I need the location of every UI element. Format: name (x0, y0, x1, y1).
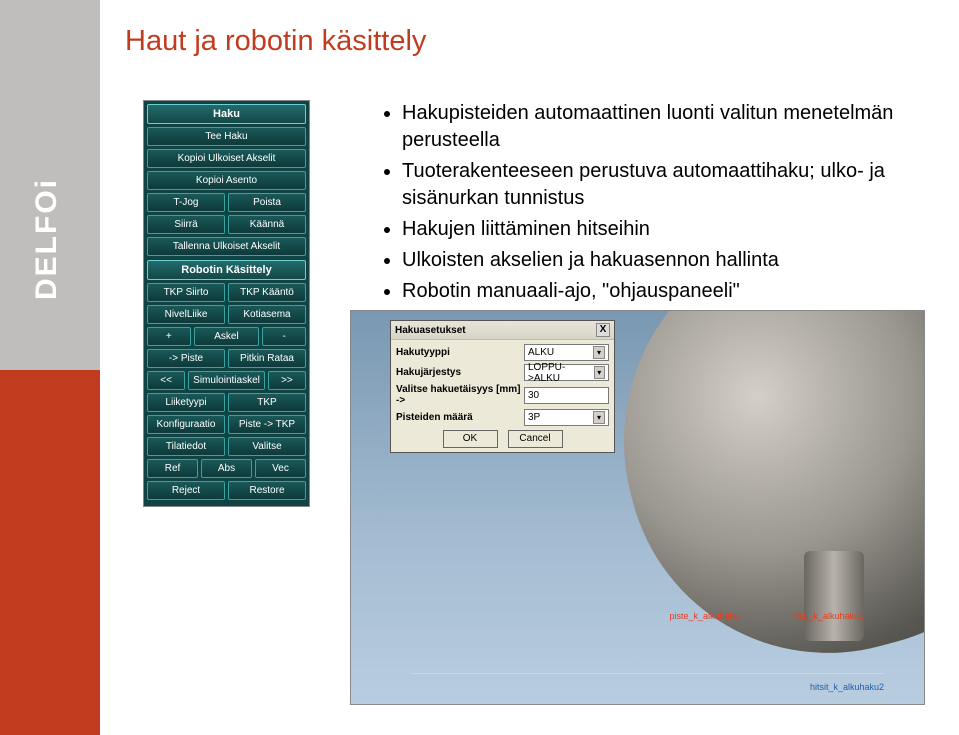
pitkin-rataa-button[interactable]: Pitkin Rataa (228, 349, 306, 368)
hakuasetukset-dialog: Hakuasetukset X Hakutyyppi ALKU ▾ Hakujä… (390, 320, 615, 453)
sim-point-label: hku_k_alkuhaku1 (794, 611, 864, 621)
pisteiden-maara-select[interactable]: 3P ▾ (524, 409, 609, 426)
pisteiden-maara-label: Pisteiden määrä (396, 412, 524, 423)
tallenna-ulkoiset-akselit-button[interactable]: Tallenna Ulkoiset Akselit (147, 237, 306, 256)
hakutyyppi-value: ALKU (528, 347, 554, 358)
hakuetaisyys-label: Valitse hakuetäisyys [mm] -> (396, 384, 524, 406)
hakujarjestys-value: LOPPU->ALKU (528, 362, 594, 384)
kaanna-button[interactable]: Käännä (228, 215, 306, 234)
hakuetaisyys-input[interactable]: 30 (524, 387, 609, 404)
minus-button[interactable]: - (262, 327, 306, 346)
bullet-item: Hakupisteiden automaattinen luonti valit… (402, 100, 900, 154)
bullet-list: Hakupisteiden automaattinen luonti valit… (380, 100, 900, 309)
ground-line (411, 673, 884, 674)
askel-button[interactable]: Askel (194, 327, 260, 346)
siirra-button[interactable]: Siirrä (147, 215, 225, 234)
brand-sidebar: DELFOi (0, 0, 100, 735)
chevron-down-icon[interactable]: ▾ (593, 346, 605, 359)
abs-button[interactable]: Abs (201, 459, 252, 478)
restore-button[interactable]: Restore (228, 481, 306, 500)
cancel-button[interactable]: Cancel (508, 430, 563, 448)
to-piste-button[interactable]: -> Piste (147, 349, 225, 368)
step-forward-button[interactable]: >> (268, 371, 306, 390)
tkp-siirto-button[interactable]: TKP Siirto (147, 283, 225, 302)
liiketyypi-button[interactable]: Liiketyypi (147, 393, 225, 412)
tkp-kaanto-button[interactable]: TKP Kääntö (228, 283, 306, 302)
bullet-item: Ulkoisten akselien ja hakuasennon hallin… (402, 247, 900, 274)
tee-haku-button[interactable]: Tee Haku (147, 127, 306, 146)
haku-toolbox: Haku Tee Haku Kopioi Ulkoiset Akselit Ko… (143, 100, 310, 507)
brand-logo: DELFOi (30, 178, 64, 300)
dialog-title-bar: Hakuasetukset X (391, 321, 614, 340)
poista-button[interactable]: Poista (228, 193, 306, 212)
dialog-title: Hakuasetukset (395, 325, 466, 336)
robot-neck (804, 551, 864, 641)
vec-button[interactable]: Vec (255, 459, 306, 478)
hakutyyppi-select[interactable]: ALKU ▾ (524, 344, 609, 361)
haku-section-header: Haku (147, 104, 306, 124)
chevron-down-icon[interactable]: ▾ (594, 366, 605, 379)
ok-button[interactable]: OK (443, 430, 498, 448)
hakujarjestys-label: Hakujärjestys (396, 367, 524, 378)
ref-button[interactable]: Ref (147, 459, 198, 478)
sim-point-label: hitsit_k_alkuhaku2 (810, 682, 884, 692)
tkp-button[interactable]: TKP (228, 393, 306, 412)
bullet-item: Hakujen liittäminen hitseihin (402, 216, 900, 243)
t-jog-button[interactable]: T-Jog (147, 193, 225, 212)
step-back-button[interactable]: << (147, 371, 185, 390)
hakuetaisyys-value: 30 (528, 390, 539, 401)
konfiguraatio-button[interactable]: Konfiguraatio (147, 415, 225, 434)
nivelliike-button[interactable]: NivelLiike (147, 305, 225, 324)
pisteiden-maara-value: 3P (528, 412, 540, 423)
simulointiaskel-button[interactable]: Simulointiaskel (188, 371, 265, 390)
tilatiedot-button[interactable]: Tilatiedot (147, 437, 225, 456)
kopioi-asento-button[interactable]: Kopioi Asento (147, 171, 306, 190)
robot-section-header: Robotin Käsittely (147, 260, 306, 280)
bullet-item: Robotin manuaali-ajo, "ohjauspaneeli" (402, 278, 900, 305)
kotiasema-button[interactable]: Kotiasema (228, 305, 306, 324)
close-icon[interactable]: X (596, 323, 610, 337)
hakujarjestys-select[interactable]: LOPPU->ALKU ▾ (524, 364, 609, 381)
page-title: Haut ja robotin käsittely (125, 25, 426, 58)
chevron-down-icon[interactable]: ▾ (593, 411, 605, 424)
hakutyyppi-label: Hakutyyppi (396, 347, 524, 358)
valitse-button[interactable]: Valitse (228, 437, 306, 456)
piste-to-tkp-button[interactable]: Piste -> TKP (228, 415, 306, 434)
kopioi-ulkoiset-akselit-button[interactable]: Kopioi Ulkoiset Akselit (147, 149, 306, 168)
sim-point-label: piste_k_alkuhaku (669, 611, 739, 621)
reject-button[interactable]: Reject (147, 481, 225, 500)
robot-body (577, 310, 925, 698)
bullet-item: Tuoterakenteeseen perustuva automaattiha… (402, 158, 900, 212)
plus-button[interactable]: + (147, 327, 191, 346)
sidebar-bottom (0, 370, 100, 735)
